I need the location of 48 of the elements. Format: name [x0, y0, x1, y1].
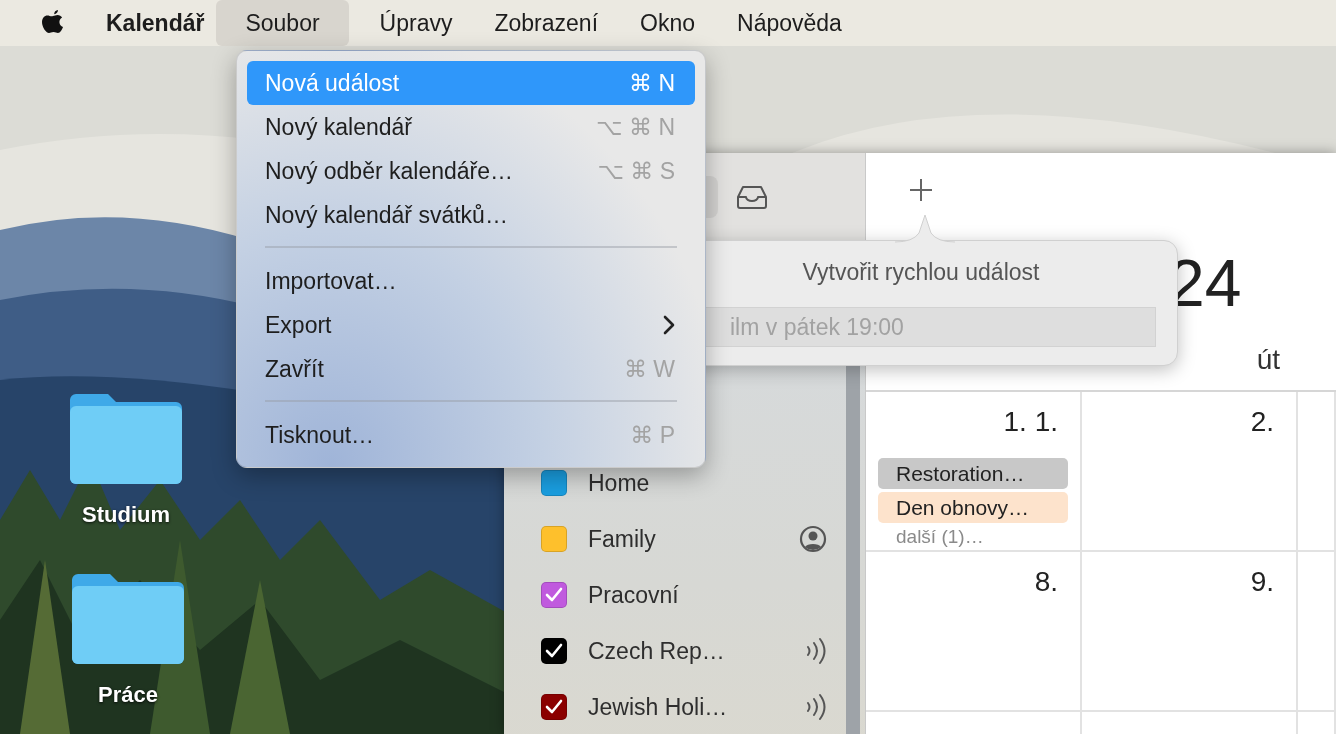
day-cell[interactable]: 2. — [1082, 392, 1298, 552]
menu-title[interactable]: Okno — [619, 0, 716, 46]
calendar-checkbox[interactable] — [541, 694, 567, 720]
date-number: 8. — [1034, 566, 1058, 598]
date-number: 9. — [1250, 566, 1274, 598]
shortcut-label: ⌥ ⌘ N — [596, 113, 675, 141]
person-circle-icon[interactable] — [799, 525, 827, 553]
menu-item[interactable]: Nový kalendář ⌥ ⌘ N — [247, 105, 695, 149]
folder-label[interactable]: Studium — [82, 502, 170, 528]
day-cell[interactable]: 8. — [866, 552, 1082, 712]
app-name[interactable]: Kalendář — [106, 9, 205, 37]
shortcut-label: ⌘ P — [630, 421, 675, 449]
menu-item[interactable]: Nový kalendář svátků… — [247, 193, 695, 237]
day-cell[interactable] — [1298, 552, 1336, 712]
calendar-name[interactable]: Czech Rep… — [588, 637, 805, 665]
day-cell[interactable]: 1. 1. Restoration… Den obnovy… další (1)… — [866, 392, 1082, 552]
broadcast-icon[interactable] — [805, 637, 827, 665]
calendar-name[interactable]: Pracovní — [588, 581, 827, 609]
folder-label[interactable]: Práce — [98, 682, 158, 708]
menu-item[interactable]: Tisknout… ⌘ P — [247, 413, 695, 457]
calendar-checkbox[interactable] — [541, 526, 567, 552]
weekday-label: út — [1256, 344, 1281, 377]
shortcut-label: ⌘ W — [623, 355, 675, 383]
inbox-icon[interactable] — [736, 184, 768, 209]
chevron-right-icon — [663, 315, 675, 335]
date-number: 2. — [1250, 406, 1274, 438]
calendar-name[interactable]: Family — [588, 525, 799, 553]
calendar-checkbox[interactable] — [541, 638, 567, 664]
menu-item[interactable]: Zavřít ⌘ W — [247, 347, 695, 391]
event-chip[interactable]: Den obnovy… — [878, 492, 1068, 523]
shortcut-label: ⌥ ⌘ S — [597, 157, 675, 185]
broadcast-icon[interactable] — [805, 693, 827, 721]
menu-title[interactable]: Zobrazení — [473, 0, 620, 46]
day-cell[interactable] — [1298, 392, 1336, 552]
calendar-checkbox[interactable] — [541, 470, 567, 496]
calendar-checkbox[interactable] — [541, 582, 567, 608]
menu-title[interactable]: Soubor — [216, 0, 349, 46]
calendar-name[interactable]: Jewish Holi… — [588, 693, 805, 721]
day-cell[interactable]: 9. — [1082, 552, 1298, 712]
shortcut-label: ⌘ N — [629, 69, 675, 97]
menu-title[interactable]: Úpravy — [358, 0, 474, 46]
menu-title[interactable]: Nápověda — [716, 0, 863, 46]
menu-item[interactable]: Nový odběr kalendáře… ⌥ ⌘ S — [247, 149, 695, 193]
date-number: 1. 1. — [1003, 406, 1058, 438]
calendar-name[interactable]: Home — [588, 469, 827, 497]
popover-title: Vytvořit rychlou událost — [802, 259, 1040, 286]
event-chip[interactable]: Restoration… — [878, 458, 1068, 489]
menu-item[interactable]: Importovat… — [247, 259, 695, 303]
